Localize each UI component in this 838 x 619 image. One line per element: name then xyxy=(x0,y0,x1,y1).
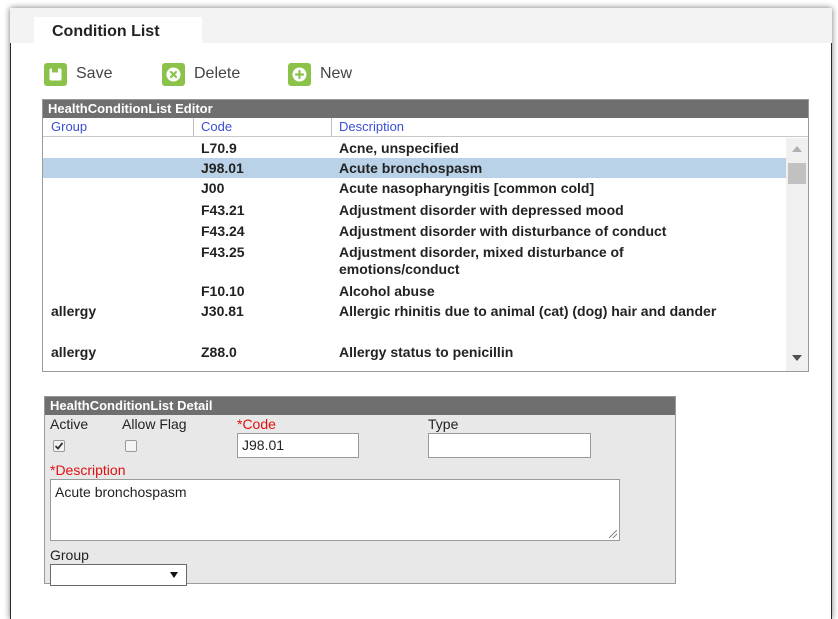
code-label-text: *Code xyxy=(237,416,276,432)
type-input[interactable] xyxy=(428,433,591,458)
cell-code: J00 xyxy=(201,180,225,196)
cell-code: F43.25 xyxy=(201,244,245,260)
active-checkbox[interactable] xyxy=(53,440,65,452)
plus-icon xyxy=(288,62,311,86)
code-input[interactable]: J98.01 xyxy=(237,433,359,458)
cell-description: Allergy status to penicillin xyxy=(339,344,514,360)
condition-editor: HealthConditionList Editor Group Code De… xyxy=(42,99,809,372)
table-row[interactable]: F43.24 Adjustment disorder with disturba… xyxy=(43,221,787,242)
cell-code: J98.01 xyxy=(201,160,244,176)
table-row[interactable]: F43.25 Adjustment disorder, mixed distur… xyxy=(43,242,787,281)
delete-label: Delete xyxy=(194,65,241,82)
table-row[interactable]: allergy J30.81 Allergic rhinitis due to … xyxy=(43,301,787,342)
cell-code: Z88.0 xyxy=(201,344,237,360)
condition-table-body: L70.9 Acne, unspecified J98.01 Acute bro… xyxy=(43,138,787,371)
checkmark-icon xyxy=(54,442,64,450)
column-header-description[interactable]: Description xyxy=(339,118,404,136)
save-label: Save xyxy=(76,65,113,82)
cell-description: Alcohol abuse xyxy=(339,283,435,299)
cell-code: L70.9 xyxy=(201,140,237,156)
save-icon xyxy=(44,62,67,86)
cell-code: J30.81 xyxy=(201,303,244,319)
chevron-down-icon xyxy=(170,572,178,578)
new-label: New xyxy=(320,65,353,82)
new-button[interactable]: New xyxy=(288,61,352,87)
cell-group: allergy xyxy=(51,303,97,319)
cell-code: F43.21 xyxy=(201,202,245,218)
vertical-scrollbar[interactable] xyxy=(786,138,808,371)
cell-description: Allergic rhinitis due to animal (cat) (d… xyxy=(339,303,717,319)
cell-description: Adjustment disorder, mixed disturbance o… xyxy=(339,244,624,277)
description-label-text: *Description xyxy=(50,462,126,478)
editor-title: HealthConditionList Editor xyxy=(43,100,808,118)
type-label: Type xyxy=(428,416,459,432)
column-divider xyxy=(331,118,332,136)
condition-detail-panel: HealthConditionList Detail Active Allow … xyxy=(44,396,676,586)
table-row[interactable]: L70.9 Acne, unspecified xyxy=(43,138,787,158)
tab-strip: Condition List xyxy=(10,8,832,51)
group-select[interactable] xyxy=(50,564,187,586)
table-row[interactable]: F10.10 Alcohol abuse xyxy=(43,281,787,301)
cell-code: F43.24 xyxy=(201,223,245,239)
delete-button[interactable]: Delete xyxy=(162,61,240,87)
column-header-group[interactable]: Group xyxy=(51,118,87,136)
description-label: *Description xyxy=(50,462,125,478)
scroll-down-arrow-icon[interactable] xyxy=(792,355,802,361)
delete-icon xyxy=(162,62,185,86)
active-label: Active xyxy=(50,416,89,432)
tab-condition-list[interactable]: Condition List xyxy=(34,17,202,51)
cell-description: Acne, unspecified xyxy=(339,140,459,156)
column-header-code[interactable]: Code xyxy=(201,118,232,136)
table-row-selected[interactable]: J98.01 Acute bronchospasm xyxy=(43,158,787,178)
table-row[interactable]: J00 Acute nasopharyngitis [common cold] xyxy=(43,178,787,200)
save-button[interactable]: Save xyxy=(44,61,112,87)
cell-description: Acute nasopharyngitis [common cold] xyxy=(339,180,595,196)
cell-description: Adjustment disorder with disturbance of … xyxy=(339,223,667,239)
group-label: Group xyxy=(50,547,89,563)
detail-title: HealthConditionList Detail xyxy=(45,397,675,415)
cell-description: Acute bronchospasm xyxy=(339,160,483,176)
resize-handle-icon[interactable] xyxy=(609,530,617,538)
allow-flag-label: Allow Flag xyxy=(122,416,187,432)
description-textarea[interactable]: Acute bronchospasm xyxy=(50,479,620,541)
table-row[interactable]: F43.21 Adjustment disorder with depresse… xyxy=(43,200,787,221)
column-header-row: Group Code Description xyxy=(43,118,808,137)
table-row[interactable]: allergy Z88.0 Allergy status to penicill… xyxy=(43,342,787,364)
description-value: Acute bronchospasm xyxy=(55,484,187,500)
code-label: *Code xyxy=(237,416,276,432)
column-divider xyxy=(193,118,194,136)
cell-code: F10.10 xyxy=(201,283,245,299)
allow-flag-checkbox[interactable] xyxy=(125,440,137,452)
cell-group: allergy xyxy=(51,344,97,360)
cell-description: Adjustment disorder with depressed mood xyxy=(339,202,624,218)
scroll-up-arrow-icon[interactable] xyxy=(792,146,802,152)
scrollbar-thumb[interactable] xyxy=(788,163,806,184)
